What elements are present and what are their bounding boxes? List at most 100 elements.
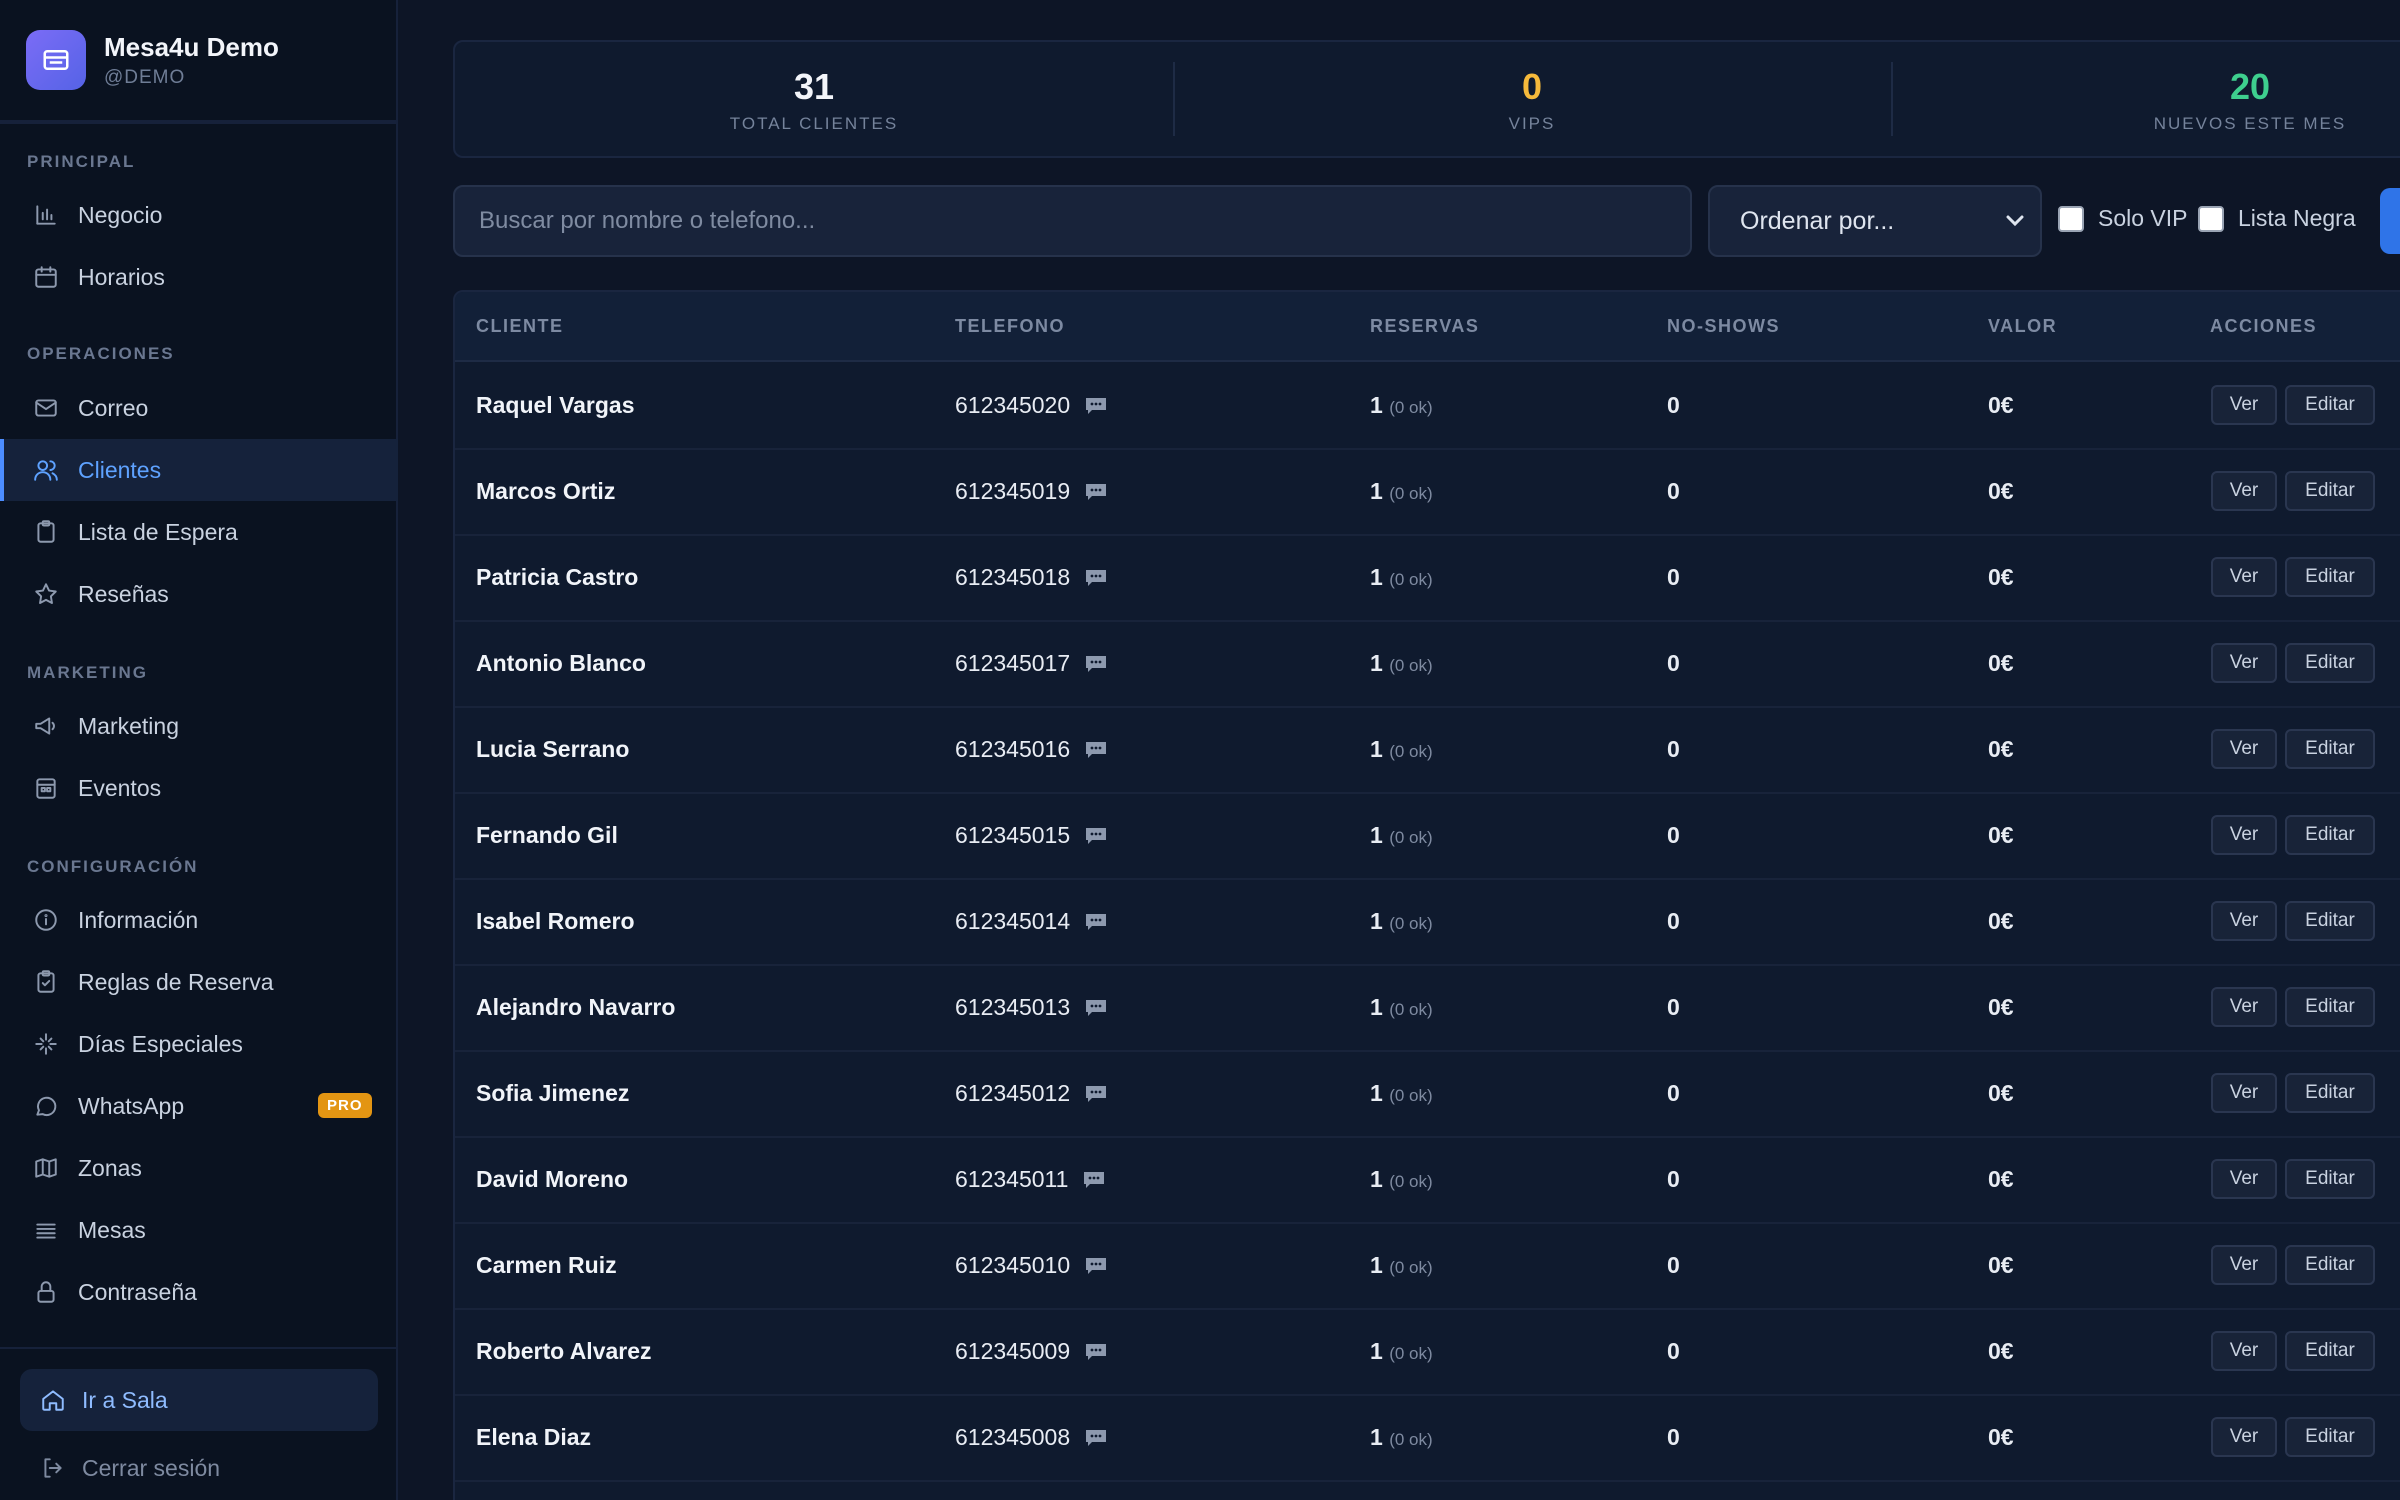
message-icon[interactable] [1084,1428,1108,1448]
checkbox-icon[interactable] [2058,205,2084,232]
editar-button[interactable]: Editar [2285,1073,2375,1113]
client-reservas-ok: (0 ok) [1389,1344,1433,1363]
sidebar-item-marketing[interactable]: Marketing [0,695,398,757]
pro-badge: PRO [318,1093,372,1118]
message-icon[interactable] [1084,1256,1108,1276]
sidebar-item-contrasena[interactable]: Contraseña [0,1261,398,1323]
search-input[interactable] [453,185,1692,257]
editar-button[interactable]: Editar [2285,471,2375,511]
editar-button[interactable]: Editar [2285,643,2375,683]
sidebar-item-resenas[interactable]: Reseñas [0,563,398,625]
sidebar-item-negocio[interactable]: Negocio [0,184,398,246]
section-title: OPERACIONES [27,344,175,363]
header-acciones: ACCIONES [2210,316,2318,336]
sidebar: Mesa4u Demo @DEMO PRINCIPAL OPERACIONES MA… [0,0,398,1500]
sidebar-item-zonas[interactable]: Zonas [0,1137,398,1199]
ver-button[interactable]: Ver [2211,1331,2277,1371]
sidebar-divider [0,122,398,124]
sidebar-item-whatsapp[interactable]: WhatsApp PRO [0,1075,398,1137]
sidebar-item-reglas-de-reserva[interactable]: Reglas de Reserva [0,951,398,1013]
table-row[interactable]: Marcos Ortiz 612345019 1 (0 ok) 0 0€ Ver Edita… [455,450,2400,536]
message-icon[interactable] [1084,998,1108,1018]
checkbox-icon[interactable] [2198,205,2224,232]
sidebar-item-correo[interactable]: Correo [0,377,398,439]
ver-button[interactable]: Ver [2211,471,2277,511]
ver-button[interactable]: Ver [2211,815,2277,855]
client-phone-cell: 612345017 [955,650,1108,677]
ver-button[interactable]: Ver [2211,1159,2277,1199]
message-icon[interactable] [1084,568,1108,588]
message-icon[interactable] [1084,826,1108,846]
message-icon[interactable] [1084,654,1108,674]
editar-button[interactable]: Editar [2285,901,2375,941]
ver-button[interactable]: Ver [2211,1417,2277,1457]
ver-button[interactable]: Ver [2211,385,2277,425]
client-no-shows: 0 [1667,1166,1680,1192]
lista-negra-checkbox[interactable]: Lista Negra [2198,205,2356,232]
ver-button[interactable]: Ver [2211,987,2277,1027]
client-reservas: 1 [1370,1080,1383,1106]
table-row[interactable]: Alejandro Navarro 612345013 1 (0 ok) 0 0€ Ver… [455,966,2400,1052]
table-row[interactable]: Raquel Vargas 612345020 1 (0 ok) 0 0€ Ver Edit… [455,364,2400,450]
ver-button[interactable]: Ver [2211,1245,2277,1285]
sidebar-item-informacion[interactable]: Información [0,889,398,951]
table-row[interactable]: Carmen Ruiz 612345010 1 (0 ok) 0 0€ Ver Editar [455,1224,2400,1310]
editar-button[interactable]: Editar [2285,987,2375,1027]
logout-button[interactable]: Cerrar sesión [20,1440,378,1496]
editar-button[interactable]: Editar [2285,1245,2375,1285]
solo-vip-checkbox[interactable]: Solo VIP [2058,205,2188,232]
sidebar-item-clientes[interactable]: Clientes [0,439,398,501]
message-icon[interactable] [1084,482,1108,502]
message-icon[interactable] [1084,912,1108,932]
sidebar-item-eventos[interactable]: Eventos [0,757,398,819]
sort-select[interactable]: Ordenar por... [1708,185,2042,257]
table-row[interactable]: Fernando Gil 612345015 1 (0 ok) 0 0€ Ver Edita… [455,794,2400,880]
message-icon[interactable] [1084,1084,1108,1104]
section-title: PRINCIPAL [27,152,136,171]
sidebar-item-mesas[interactable]: Mesas [0,1199,398,1261]
message-icon[interactable] [1084,396,1108,416]
table-row[interactable]: David Moreno 612345011 1 (0 ok) 0 0€ Ver Edita… [455,1138,2400,1224]
editar-button[interactable]: Editar [2285,815,2375,855]
sidebar-item-dias-especiales[interactable]: Días Especiales [0,1013,398,1075]
client-no-shows: 0 [1667,1338,1680,1364]
client-no-shows: 0 [1667,650,1680,676]
table-row[interactable]: Lucia Serrano 612345016 1 (0 ok) 0 0€ Ver Edit… [455,708,2400,794]
editar-button[interactable]: Editar [2285,1331,2375,1371]
primary-action-button[interactable] [2380,188,2400,254]
client-valor: 0€ [1988,736,2014,762]
client-reservas-ok: (0 ok) [1389,914,1433,933]
table-row[interactable]: Elena Diaz 612345008 1 (0 ok) 0 0€ Ver Editar [455,1396,2400,1482]
message-icon[interactable] [1082,1170,1106,1190]
map-icon [32,1154,60,1182]
ver-button[interactable]: Ver [2211,1073,2277,1113]
table-row[interactable]: Antonio Blanco 612345017 1 (0 ok) 0 0€ Ver Edi… [455,622,2400,708]
ir-a-sala-button[interactable]: Ir a Sala [20,1369,378,1431]
client-name: Lucia Serrano [476,736,630,762]
client-reservas: 1 [1370,1424,1383,1450]
client-reservas-cell: 1 (0 ok) [1370,478,1433,505]
client-phone-cell: 612345010 [955,1252,1108,1279]
message-icon[interactable] [1084,1342,1108,1362]
ver-button[interactable]: Ver [2211,643,2277,683]
section-title: MARKETING [27,663,148,682]
client-name: Marcos Ortiz [476,478,616,504]
editar-button[interactable]: Editar [2285,385,2375,425]
ver-button[interactable]: Ver [2211,729,2277,769]
sidebar-divider [0,1347,398,1349]
stat-nuevos: 20 NUEVOS ESTE MES [1891,42,2400,156]
sidebar-item-horarios[interactable]: Horarios [0,246,398,308]
editar-button[interactable]: Editar [2285,729,2375,769]
editar-button[interactable]: Editar [2285,1417,2375,1457]
ver-button[interactable]: Ver [2211,901,2277,941]
table-row[interactable]: Roberto Alvarez 612345009 1 (0 ok) 0 0€ Ver Ed… [455,1310,2400,1396]
table-row[interactable]: Isabel Romero 612345014 1 (0 ok) 0 0€ Ver Edit… [455,880,2400,966]
message-icon[interactable] [1084,740,1108,760]
table-row[interactable]: Patricia Castro 612345018 1 (0 ok) 0 0€ Ver Ed… [455,536,2400,622]
sidebar-item-lista-de-espera[interactable]: Lista de Espera [0,501,398,563]
client-reservas-ok: (0 ok) [1389,1430,1433,1449]
table-row[interactable]: Sofia Jimenez 612345012 1 (0 ok) 0 0€ Ver Edit… [455,1052,2400,1138]
editar-button[interactable]: Editar [2285,1159,2375,1199]
editar-button[interactable]: Editar [2285,557,2375,597]
ver-button[interactable]: Ver [2211,557,2277,597]
